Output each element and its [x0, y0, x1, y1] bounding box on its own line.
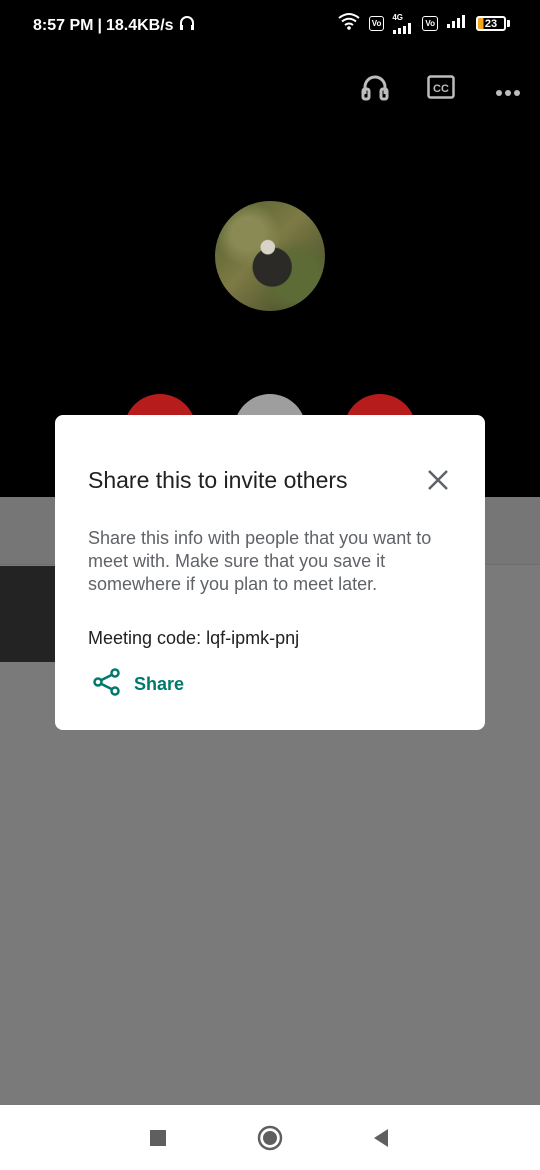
status-bar: 8:57 PM | 18.4KB/s Vo 4G Vo 23 — [0, 0, 540, 48]
volte-icon: Vo — [368, 16, 385, 31]
volte-icon: Vo — [422, 16, 438, 31]
wifi-icon — [337, 12, 361, 35]
status-left: 8:57 PM | 18.4KB/s — [33, 14, 196, 37]
share-button[interactable]: Share — [93, 667, 184, 701]
share-icon — [93, 667, 121, 701]
dialog-description: Share this info with people that you wan… — [88, 528, 432, 594]
recents-square-icon[interactable] — [145, 1125, 171, 1151]
share-label: Share — [134, 673, 185, 694]
avatar — [215, 201, 325, 311]
meeting-code-label: Meeting code: — [88, 628, 202, 648]
signal-icon — [446, 13, 468, 34]
meeting-code-row: Meeting code: lqf-ipmk-pnj — [88, 628, 299, 649]
net-speed: 18.4KB/s — [105, 16, 174, 34]
battery-tip — [507, 20, 510, 27]
battery-icon: 23 — [476, 16, 510, 31]
status-right: Vo 4G Vo 23 — [337, 12, 510, 35]
more-options-icon[interactable] — [495, 84, 521, 102]
closed-captions-icon[interactable]: CC — [427, 75, 455, 104]
volte-top-label: Vo — [425, 19, 435, 28]
system-nav-bar — [0, 1105, 540, 1170]
headset-notification-icon — [178, 14, 196, 37]
home-circle-icon[interactable] — [257, 1125, 283, 1151]
status-separator: | — [97, 16, 102, 34]
back-triangle-icon[interactable] — [368, 1125, 394, 1151]
cc-label: CC — [433, 83, 449, 95]
self-preview-tile — [0, 566, 56, 662]
network-type-label: 4G — [392, 12, 404, 22]
volte-top-label: Vo — [371, 19, 382, 28]
signal-icon: 4G — [392, 12, 414, 34]
close-icon[interactable] — [423, 465, 453, 495]
meeting-code: lqf-ipmk-pnj — [206, 628, 300, 648]
status-time: 8:57 PM — [33, 16, 94, 34]
dialog-title: Share this to invite others — [88, 467, 348, 493]
share-dialog: Share this to invite others Share this i… — [55, 415, 485, 730]
battery-level: 23 — [476, 16, 506, 31]
headphones-icon[interactable] — [360, 72, 390, 107]
